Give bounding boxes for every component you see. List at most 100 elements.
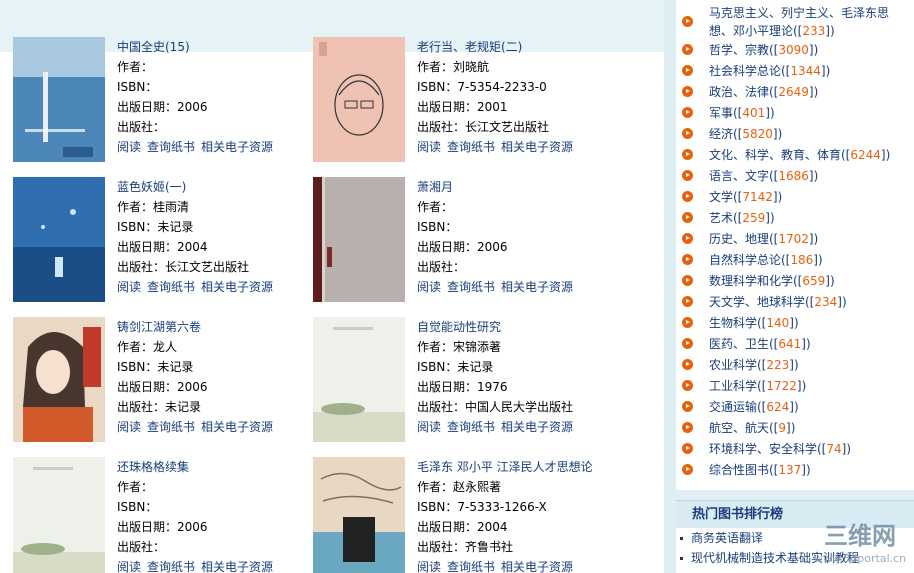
book-cover[interactable]	[13, 177, 105, 302]
book-cover[interactable]	[313, 457, 405, 573]
read-link[interactable]: 阅读	[417, 560, 441, 573]
category-count[interactable]: 1722	[766, 379, 797, 393]
book-title[interactable]: 自觉能动性研究	[417, 317, 602, 337]
category-name[interactable]: 医药、卫生([641])	[709, 334, 811, 354]
related-link[interactable]: 相关电子资源	[501, 560, 573, 573]
query-link[interactable]: 查询纸书	[447, 420, 495, 434]
category-count[interactable]: 7142	[742, 190, 773, 204]
category-name[interactable]: 环境科学、安全科学([74])	[709, 439, 851, 459]
book-date: 出版日期：2004	[117, 240, 208, 254]
query-link[interactable]: 查询纸书	[447, 280, 495, 294]
book-card: 萧湘月 作者： ISBN： 出版日期：2006 出版社： 阅读 查询纸书 相关电子资…	[300, 177, 600, 317]
book-title[interactable]: 萧湘月	[417, 177, 602, 197]
related-link[interactable]: 相关电子资源	[501, 280, 573, 294]
book-title[interactable]: 中国全史(15)	[117, 37, 302, 57]
category-name[interactable]: 天文学、地球科学([234])	[709, 292, 847, 312]
category-count[interactable]: 401	[742, 106, 765, 120]
query-link[interactable]: 查询纸书	[147, 280, 195, 294]
category-name[interactable]: 工业科学([1722])	[709, 376, 806, 396]
read-link[interactable]: 阅读	[117, 280, 141, 294]
book-actions: 阅读 查询纸书 相关电子资源	[417, 277, 602, 297]
related-link[interactable]: 相关电子资源	[501, 420, 573, 434]
category-count[interactable]: 74	[826, 442, 841, 456]
category-name[interactable]: 文化、科学、教育、体育([6244])	[709, 145, 890, 165]
query-link[interactable]: 查询纸书	[147, 140, 195, 154]
query-link[interactable]: 查询纸书	[147, 560, 195, 573]
arrow-bullet-icon	[682, 65, 693, 76]
category-count[interactable]: 659	[802, 274, 825, 288]
query-link[interactable]: 查询纸书	[147, 420, 195, 434]
book-cover[interactable]	[13, 317, 105, 442]
book-title[interactable]: 蓝色妖姬(一)	[117, 177, 302, 197]
book-cover[interactable]	[313, 317, 405, 442]
book-cover[interactable]	[13, 37, 105, 162]
read-link[interactable]: 阅读	[117, 140, 141, 154]
related-link[interactable]: 相关电子资源	[201, 140, 273, 154]
query-link[interactable]: 查询纸书	[447, 140, 495, 154]
category-count[interactable]: 3090	[778, 43, 809, 57]
book-card: 还珠格格续集 作者： ISBN： 出版日期：2006 出版社： 阅读 查询纸书 相关…	[0, 457, 300, 573]
book-isbn: ISBN：未记录	[117, 360, 194, 374]
category-count[interactable]: 223	[766, 358, 789, 372]
category-count[interactable]: 233	[802, 24, 825, 38]
book-cover[interactable]	[13, 457, 105, 573]
category-count[interactable]: 641	[778, 337, 801, 351]
arrow-bullet-icon	[682, 380, 693, 391]
category-name[interactable]: 自然科学总论([186])	[709, 250, 823, 270]
category-count[interactable]: 5820	[742, 127, 773, 141]
category-name[interactable]: 历史、地理([1702])	[709, 229, 818, 249]
read-link[interactable]: 阅读	[417, 140, 441, 154]
category-name[interactable]: 军事([401])	[709, 103, 775, 123]
book-isbn: ISBN：未记录	[117, 220, 194, 234]
category-count[interactable]: 186	[790, 253, 813, 267]
arrow-bullet-icon	[682, 317, 693, 328]
category-count[interactable]: 1702	[778, 232, 809, 246]
related-link[interactable]: 相关电子资源	[501, 140, 573, 154]
category-count[interactable]: 1344	[790, 64, 821, 78]
category-count[interactable]: 2649	[778, 85, 809, 99]
category-name[interactable]: 农业科学([223])	[709, 355, 799, 375]
read-link[interactable]: 阅读	[117, 560, 141, 573]
category-count[interactable]: 624	[766, 400, 789, 414]
category-name[interactable]: 语言、文字([1686])	[709, 166, 818, 186]
related-link[interactable]: 相关电子资源	[201, 420, 273, 434]
category-name[interactable]: 经济([5820])	[709, 124, 782, 144]
category-list: 马克思主义、列宁主义、毛泽东思 想、邓小平理论([233]) 哲学、宗教([3090…	[676, 0, 914, 490]
category-name[interactable]: 交通运输([624])	[709, 397, 799, 417]
read-link[interactable]: 阅读	[117, 420, 141, 434]
related-link[interactable]: 相关电子资源	[201, 560, 273, 573]
category-count[interactable]: 9	[778, 421, 786, 435]
arrow-bullet-icon	[682, 443, 693, 454]
related-link[interactable]: 相关电子资源	[201, 280, 273, 294]
book-cover[interactable]	[313, 177, 405, 302]
category-count[interactable]: 234	[814, 295, 837, 309]
book-list-panel: 中国全史(15) 作者： ISBN： 出版日期：2006 出版社： 阅读 查询纸书…	[0, 0, 664, 573]
category-name[interactable]: 文学([7142])	[709, 187, 782, 207]
book-title[interactable]: 还珠格格续集	[117, 457, 302, 477]
category-name[interactable]: 航空、航天([9])	[709, 418, 795, 438]
book-cover[interactable]	[313, 37, 405, 162]
category-name[interactable]: 马克思主义、列宁主义、毛泽东思 想、邓小平理论([233])	[709, 4, 889, 40]
book-actions: 阅读 查询纸书 相关电子资源	[117, 417, 302, 437]
book-title[interactable]: 毛泽东 邓小平 江泽民人才思想论	[417, 457, 602, 477]
category-name[interactable]: 政治、法律([2649])	[709, 82, 818, 102]
category-name[interactable]: 哲学、宗教([3090])	[709, 40, 818, 60]
read-link[interactable]: 阅读	[417, 420, 441, 434]
category-count[interactable]: 1686	[778, 169, 809, 183]
category-count[interactable]: 259	[742, 211, 765, 225]
book-title[interactable]: 老行当、老规矩(二)	[417, 37, 602, 57]
book-publisher: 出版社：未记录	[117, 400, 202, 414]
category-name[interactable]: 社会科学总论([1344])	[709, 61, 830, 81]
book-title[interactable]: 铸剑江湖第六卷	[117, 317, 302, 337]
query-link[interactable]: 查询纸书	[447, 560, 495, 573]
category-name[interactable]: 生物科学([140])	[709, 313, 799, 333]
category-count[interactable]: 137	[778, 463, 801, 477]
category-name[interactable]: 综合性图书([137])	[709, 460, 811, 480]
category-name[interactable]: 艺术([259])	[709, 208, 775, 228]
category-count[interactable]: 6244	[850, 148, 881, 162]
category-name[interactable]: 数理科学和化学([659])	[709, 271, 835, 291]
category-count[interactable]: 140	[766, 316, 789, 330]
logo-url: www.3dportal.cn	[814, 552, 906, 565]
arrow-bullet-icon	[682, 338, 693, 349]
read-link[interactable]: 阅读	[417, 280, 441, 294]
